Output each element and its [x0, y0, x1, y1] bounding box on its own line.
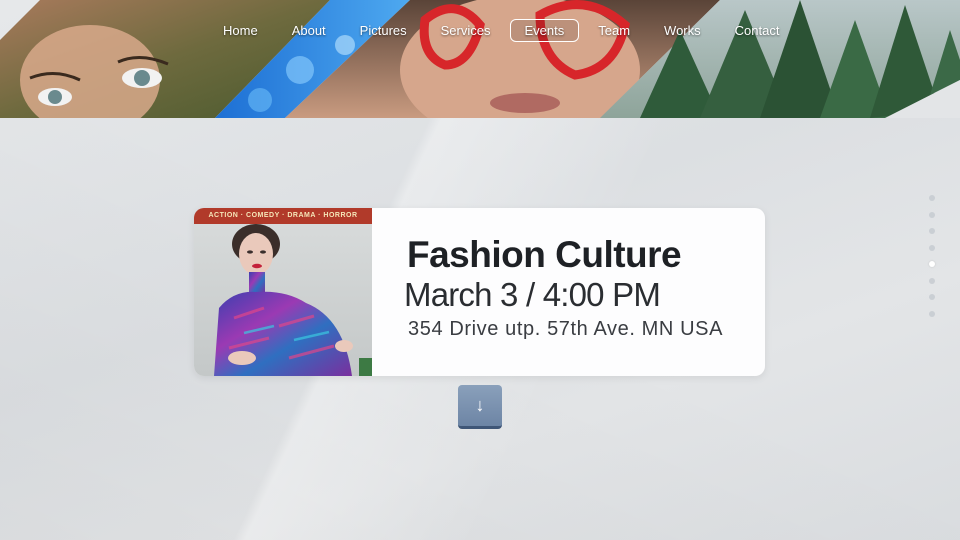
header-banner: Home About Pictures Services Events Team… [0, 0, 960, 118]
nav-contact[interactable]: Contact [720, 19, 795, 42]
section-dot-6[interactable] [929, 277, 935, 284]
event-title: Fashion Culture [407, 234, 682, 275]
section-dot-2[interactable] [929, 211, 935, 218]
event-card[interactable]: ACTION · COMEDY · DRAMA · HORROR Fashion… [194, 208, 765, 376]
poster-image [194, 208, 372, 376]
arrow-down-icon: ↓ [475, 395, 485, 415]
nav-events[interactable]: Events [509, 18, 580, 42]
nav-pictures[interactable]: Pictures [345, 19, 422, 42]
nav-works[interactable]: Works [649, 19, 716, 42]
nav-about[interactable]: About [277, 19, 341, 42]
event-address: 354 Drive utp. 57th Ave. MN USA [408, 318, 724, 340]
section-dot-7[interactable] [929, 294, 935, 300]
section-dot-5[interactable] [929, 261, 935, 267]
section-dot-8[interactable] [929, 310, 935, 317]
event-date: March 3 / 4:00 PM [404, 276, 661, 313]
section-dots [929, 195, 937, 327]
main-navigation: Home About Pictures Services Events Team… [208, 18, 798, 42]
event-poster: ACTION · COMEDY · DRAMA · HORROR [194, 208, 372, 376]
nav-home[interactable]: Home [208, 19, 273, 42]
section-dot-3[interactable] [929, 228, 935, 234]
section-dot-4[interactable] [929, 244, 935, 251]
section-dot-1[interactable] [929, 195, 935, 201]
poster-caption: ACTION · COMEDY · DRAMA · HORROR [194, 208, 372, 224]
scroll-down-button[interactable]: ↓ [458, 385, 502, 429]
nav-team[interactable]: Team [583, 19, 645, 42]
nav-services[interactable]: Services [426, 19, 506, 42]
